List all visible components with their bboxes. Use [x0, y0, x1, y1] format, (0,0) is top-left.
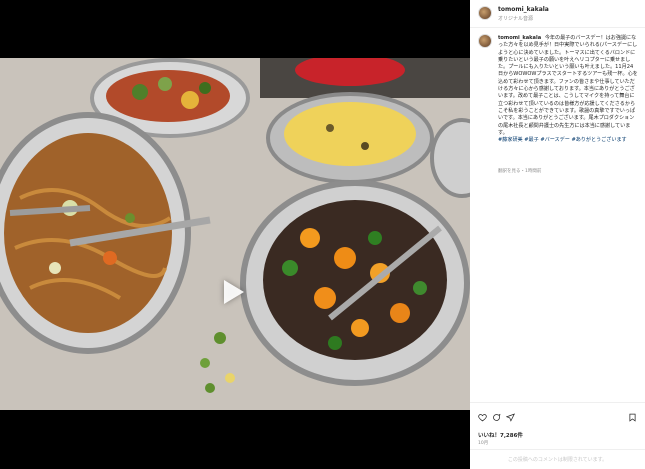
caption-hashtags[interactable]: #藤家研美 #最子 #バースデー #ありがとうございます	[498, 137, 627, 143]
comment-icon[interactable]	[492, 413, 501, 422]
play-icon[interactable]	[224, 280, 244, 304]
comment-disabled-notice: この投稿へのコメントは制限されています。	[470, 449, 645, 469]
avatar[interactable]	[478, 34, 492, 48]
heart-icon[interactable]	[478, 413, 487, 422]
post-header: tomomi_kakala オリジナル音源	[470, 0, 645, 28]
caption-text: tomomi_kakala 今年の最子のバースデー！はお強誕になった方々を以め見…	[498, 35, 638, 144]
audio-label[interactable]: オリジナル音源	[498, 15, 533, 22]
caption-username[interactable]: tomomi_kakala	[498, 35, 541, 41]
caption-content: 今年の最子のバースデー！はお強誕になった方々を以め見手が！日中実際でいられる(パ…	[498, 35, 638, 136]
video-frame-buffet	[0, 58, 470, 410]
post-modal: ♪ tomomi_kakala オリジナル音源 tomomi_kakala 今年…	[0, 0, 645, 469]
post-date: 10月	[478, 441, 489, 446]
like-count[interactable]: いいね！7,286件	[478, 431, 523, 439]
post-sidebar: tomomi_kakala オリジナル音源 tomomi_kakala 今年の最…	[470, 0, 645, 469]
bookmark-icon[interactable]	[628, 413, 637, 422]
caption-section: tomomi_kakala 今年の最子のバースデー！はお強誕になった方々を以め見…	[470, 28, 645, 400]
translate-link[interactable]: 翻訳を見る・1時間前	[498, 168, 541, 174]
avatar[interactable]	[478, 6, 492, 20]
share-icon[interactable]	[506, 413, 515, 422]
post-media: ♪	[0, 0, 470, 469]
username-link[interactable]: tomomi_kakala	[498, 6, 549, 13]
action-bar: いいね！7,286件 10月	[470, 402, 645, 454]
video-player[interactable]: ♪	[0, 58, 470, 410]
